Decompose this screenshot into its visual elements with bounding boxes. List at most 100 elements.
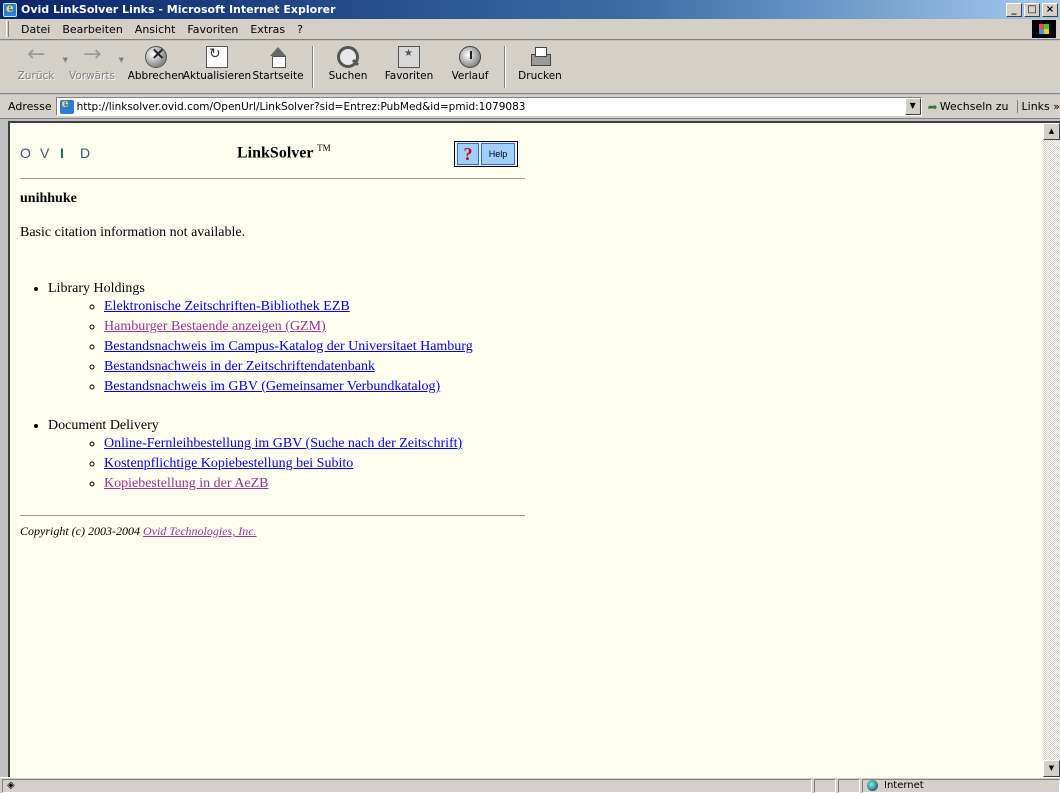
forward-label: Vorwärts	[68, 70, 116, 82]
refresh-icon	[206, 46, 228, 68]
address-input[interactable]: http://linksolver.ovid.com/OpenUrl/LinkS…	[55, 97, 922, 116]
menu-bearbeiten[interactable]: Bearbeiten	[56, 23, 128, 36]
list-item: Bestandsnachweis im Campus-Katalog der U…	[104, 337, 1043, 357]
menu-favoriten[interactable]: Favoriten	[181, 23, 244, 36]
list-item: Bestandsnachweis in der Zeitschriftendat…	[104, 357, 1043, 377]
back-button[interactable]: Zurück ▼	[8, 42, 68, 90]
status-cell	[814, 778, 836, 793]
list-item: Kopiebestellung in der AeZB	[104, 474, 1043, 494]
back-label: Zurück	[17, 70, 55, 82]
close-button[interactable]: ×	[1042, 2, 1058, 17]
address-url[interactable]: http://linksolver.ovid.com/OpenUrl/LinkS…	[77, 101, 905, 113]
go-button[interactable]: ➦ Wechseln zu	[928, 100, 1009, 114]
page-title: LinkSolver TM	[237, 143, 331, 162]
stop-label: Abbrechen	[127, 70, 185, 82]
section-document-delivery: Document Delivery Online-Fernleihbestell…	[48, 418, 1043, 494]
trademark-mark: TM	[317, 143, 331, 153]
user-name: unihhuke	[20, 191, 77, 206]
refresh-button[interactable]: Aktualisieren	[182, 44, 252, 90]
search-icon	[337, 46, 359, 68]
refresh-label: Aktualisieren	[182, 70, 252, 82]
status-text: ◈	[2, 778, 812, 793]
logo-letter: D	[80, 145, 91, 161]
status-cell	[838, 778, 860, 793]
security-zone: Internet	[862, 778, 1060, 793]
link-list: Elektronische Zeitschriften-Bibliothek E…	[48, 297, 1043, 397]
favorites-button[interactable]: Favoriten	[376, 44, 442, 90]
link-gbv[interactable]: Bestandsnachweis im GBV (Gemeinsamer Ver…	[104, 379, 440, 394]
link-aezb[interactable]: Kopiebestellung in der AeZB	[104, 476, 268, 491]
zone-label: Internet	[884, 780, 924, 791]
menu-help[interactable]: ?	[291, 23, 309, 36]
window-controls: _ □ ×	[1006, 2, 1058, 17]
toolbar-separator	[312, 46, 314, 88]
windows-logo-throbber	[1032, 20, 1056, 38]
section-heading: Library Holdings	[48, 281, 145, 296]
address-dropdown-icon[interactable]: ▼	[904, 98, 921, 115]
menu-ansicht[interactable]: Ansicht	[129, 23, 182, 36]
vertical-scrollbar[interactable]: ▲ ▼	[1043, 121, 1060, 777]
ovid-link[interactable]: Ovid Technologies, Inc.	[143, 524, 257, 538]
search-button[interactable]: Suchen	[320, 44, 376, 90]
status-page-icon: ◈	[7, 779, 15, 791]
forward-arrow-icon	[81, 42, 103, 68]
logo-letter: V	[40, 145, 50, 161]
help-label[interactable]: Help	[481, 143, 515, 165]
toolbar-separator	[504, 46, 506, 88]
status-bar: ◈ Internet	[0, 777, 1060, 793]
ie-icon[interactable]	[3, 1, 17, 17]
citation-message: Basic citation information not available…	[20, 225, 246, 240]
scroll-down-icon[interactable]: ▼	[1043, 760, 1060, 777]
section-library-holdings: Library Holdings Elektronische Zeitschri…	[48, 281, 1043, 397]
menu-bar: Datei Bearbeiten Ansicht Favoriten Extra…	[0, 19, 1060, 40]
address-label: Adresse	[8, 100, 52, 113]
title-bar: Ovid LinkSolver Links - Microsoft Intern…	[0, 0, 1060, 19]
footer-divider	[20, 515, 525, 516]
scroll-up-icon[interactable]: ▲	[1043, 123, 1060, 140]
links-button[interactable]: Links »	[1016, 100, 1060, 113]
forward-dropdown-icon[interactable]: ▼	[119, 56, 124, 64]
page-header: OVID LinkSolver TM ? Help	[20, 123, 525, 179]
link-ezb[interactable]: Elektronische Zeitschriften-Bibliothek E…	[104, 299, 350, 314]
link-list: Online-Fernleihbestellung im GBV (Suche …	[48, 434, 1043, 494]
link-campus-katalog[interactable]: Bestandsnachweis im Campus-Katalog der U…	[104, 339, 473, 354]
home-label: Startseite	[252, 70, 304, 82]
copyright-text: Copyright (c) 2003-2004	[20, 524, 143, 538]
minimize-button[interactable]: _	[1006, 2, 1022, 17]
help-question-icon[interactable]: ?	[457, 143, 479, 165]
home-icon	[267, 46, 289, 68]
list-item: Online-Fernleihbestellung im GBV (Suche …	[104, 434, 1043, 454]
print-label: Drucken	[518, 70, 562, 82]
history-button[interactable]: Verlauf	[442, 44, 498, 90]
page-body: OVID LinkSolver TM ? Help unihhuke Basic…	[10, 123, 1043, 539]
window-title: Ovid LinkSolver Links - Microsoft Intern…	[21, 3, 336, 16]
ovid-logo: OVID	[20, 145, 100, 161]
list-item: Kostenpflichtige Kopiebestellung bei Sub…	[104, 454, 1043, 474]
print-button[interactable]: Drucken	[512, 44, 568, 90]
section-heading: Document Delivery	[48, 418, 159, 433]
home-button[interactable]: Startseite	[250, 44, 306, 90]
maximize-button[interactable]: □	[1024, 2, 1040, 17]
toolbar: Zurück ▼ Vorwärts ▼ Abbrechen Aktualisie…	[0, 41, 1060, 94]
link-zeitschriftendatenbank[interactable]: Bestandsnachweis in der Zeitschriftendat…	[104, 359, 375, 374]
link-gzm[interactable]: Hamburger Bestaende anzeigen (GZM)	[104, 319, 326, 334]
menu-grip[interactable]	[6, 21, 9, 37]
history-icon	[459, 46, 481, 68]
link-subito[interactable]: Kostenpflichtige Kopiebestellung bei Sub…	[104, 456, 353, 471]
page-title-text: LinkSolver	[237, 144, 314, 162]
search-label: Suchen	[328, 70, 368, 82]
help-button[interactable]: ? Help	[454, 141, 518, 167]
stop-button[interactable]: Abbrechen	[127, 44, 185, 90]
back-arrow-icon	[25, 42, 47, 68]
favorites-icon	[398, 46, 420, 68]
stop-icon	[145, 44, 167, 68]
menu-datei[interactable]: Datei	[15, 23, 56, 36]
list-item: Elektronische Zeitschriften-Bibliothek E…	[104, 297, 1043, 317]
history-label: Verlauf	[451, 70, 489, 82]
link-fernleihe[interactable]: Online-Fernleihbestellung im GBV (Suche …	[104, 436, 462, 451]
logo-letter: I	[60, 145, 64, 161]
menu-extras[interactable]: Extras	[244, 23, 291, 36]
forward-button[interactable]: Vorwärts ▼	[64, 42, 124, 90]
page-icon	[59, 97, 74, 114]
go-label: Wechseln zu	[939, 100, 1009, 113]
